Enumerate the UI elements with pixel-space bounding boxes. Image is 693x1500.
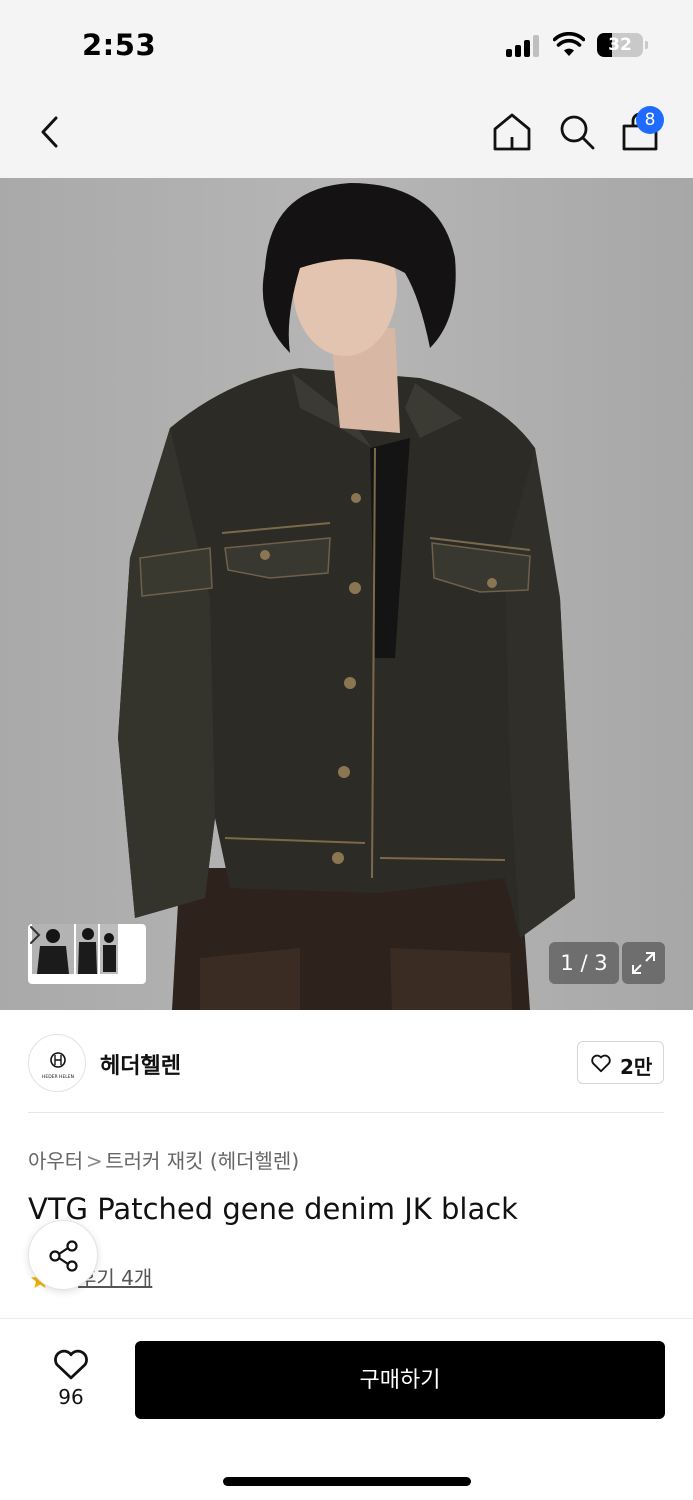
breadcrumb-separator: > — [85, 1149, 103, 1173]
search-icon[interactable] — [555, 110, 599, 154]
breadcrumb-subcategory[interactable]: 트러커 재킷 (헤더헬렌) — [105, 1149, 299, 1173]
heart-outline-icon — [591, 1054, 611, 1073]
bottom-purchase-bar: 96 구매하기 — [0, 1318, 693, 1500]
cart-count-badge: 8 — [636, 106, 664, 134]
breadcrumb: 아우터 > 트러커 재킷 (헤더헬렌) — [28, 1145, 299, 1174]
cellular-signal-icon — [506, 35, 544, 57]
battery-level: 32 — [608, 35, 632, 55]
status-time: 2:53 — [82, 28, 157, 62]
brand-like-count: 2만 — [620, 1055, 653, 1079]
top-nav-bar: 8 — [0, 88, 693, 178]
battery-icon: 32 — [597, 33, 649, 57]
brand-logo[interactable]: HEDER HELEN — [28, 1034, 86, 1092]
brand-logo-text: HEDER HELEN — [42, 1074, 74, 1080]
brand-row[interactable]: HEDER HELEN 헤더헬렌 2만 — [0, 1010, 693, 1114]
image-counter: 1 / 3 — [549, 942, 619, 984]
chevron-right-icon[interactable] — [28, 924, 42, 946]
thumbnail-strip[interactable] — [28, 924, 146, 984]
brand-name[interactable]: 헤더헬렌 — [100, 1048, 181, 1080]
share-button[interactable] — [28, 1220, 98, 1290]
product-image-carousel[interactable]: 1 / 3 — [0, 178, 693, 1010]
wishlist-button[interactable]: 96 — [40, 1343, 102, 1413]
back-chevron-icon[interactable] — [30, 110, 70, 154]
home-indicator — [223, 1477, 471, 1486]
wishlist-count: 96 — [58, 1385, 84, 1409]
buy-button[interactable]: 구매하기 — [135, 1341, 665, 1419]
wifi-icon — [553, 32, 585, 56]
product-title: VTG Patched gene denim JK black — [28, 1192, 518, 1226]
expand-icon — [632, 952, 655, 974]
share-icon — [49, 1240, 78, 1272]
product-photo — [118, 183, 575, 1010]
thumbnail-image[interactable] — [100, 924, 118, 974]
divider — [28, 1112, 664, 1113]
status-bar: 2:53 32 — [0, 0, 693, 88]
thumbnail-image[interactable] — [76, 924, 98, 974]
heart-outline-icon — [54, 1349, 88, 1380]
brand-like-button[interactable]: 2만 — [577, 1041, 664, 1084]
home-icon[interactable] — [490, 110, 534, 154]
expand-button[interactable] — [622, 942, 665, 984]
breadcrumb-category[interactable]: 아우터 — [28, 1149, 83, 1173]
brand-logo-mark: HEDER HELEN — [42, 1052, 74, 1080]
